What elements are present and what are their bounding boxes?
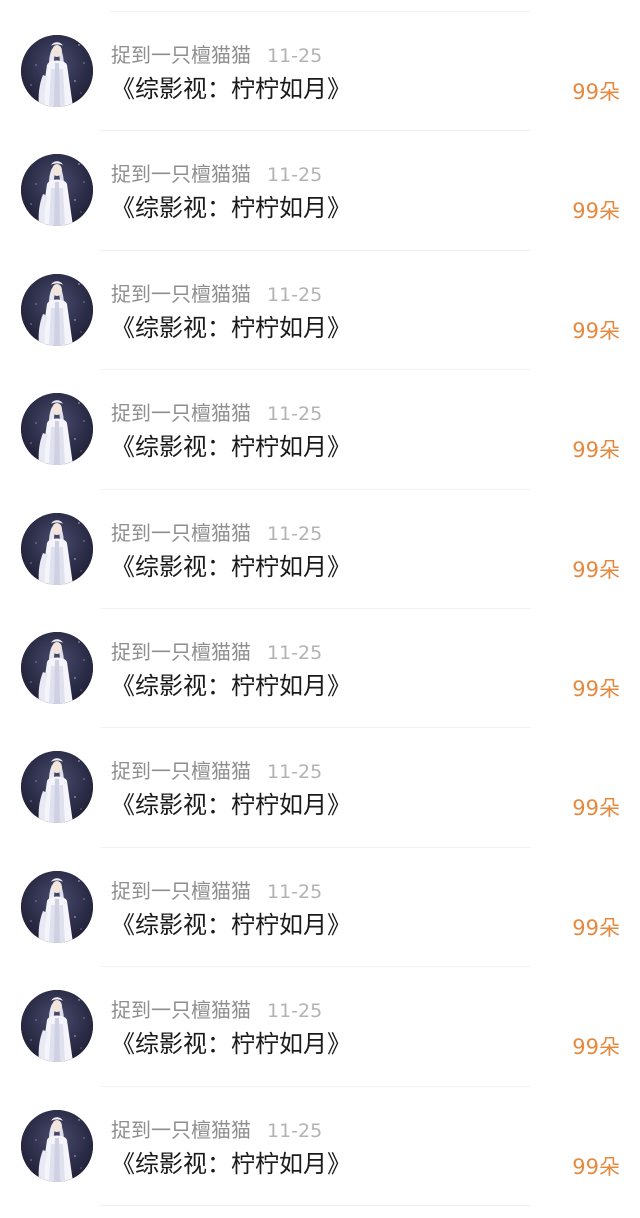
- book-title[interactable]: 《综影视：柠柠如月》: [111, 313, 351, 343]
- avatar[interactable]: [21, 870, 93, 943]
- username[interactable]: 捉到一只檀猫猫: [111, 282, 251, 306]
- avatar[interactable]: [21, 990, 93, 1063]
- gift-count: 99朵: [572, 438, 620, 463]
- list-item[interactable]: 捉到一只檀猫猫 11-25 《综影视：柠柠如月》 99朵: [0, 967, 640, 1087]
- book-title[interactable]: 《综影视：柠柠如月》: [111, 790, 351, 820]
- avatar-icon: [21, 273, 93, 346]
- item-meta: 捉到一只檀猫猫 11-25: [111, 161, 322, 187]
- list-item[interactable]: 捉到一只檀猫猫 11-25 《综影视：柠柠如月》 99朵: [0, 848, 640, 968]
- gift-count: 99朵: [572, 1154, 620, 1179]
- item-meta: 捉到一只檀猫猫 11-25: [111, 878, 322, 904]
- item-meta: 捉到一只檀猫猫 11-25: [111, 997, 322, 1023]
- username[interactable]: 捉到一只檀猫猫: [111, 759, 251, 783]
- avatar-icon: [21, 1109, 93, 1182]
- list-item[interactable]: 捉到一只檀猫猫 11-25 《综影视：柠柠如月》 99朵: [0, 12, 640, 132]
- username[interactable]: 捉到一只檀猫猫: [111, 401, 251, 425]
- timestamp: 11-25: [267, 283, 323, 306]
- gift-count: 99朵: [572, 318, 620, 343]
- list-item[interactable]: 捉到一只檀猫猫 11-25 《综影视：柠柠如月》 99朵: [0, 131, 640, 251]
- avatar-icon: [21, 870, 93, 943]
- timestamp: 11-25: [267, 45, 323, 67]
- username[interactable]: 捉到一只檀猫猫: [111, 879, 251, 903]
- list-item[interactable]: 捉到一只檀猫猫 11-25 《综影视：柠柠如月》 99朵: [0, 728, 640, 848]
- book-title[interactable]: 《综影视：柠柠如月》: [111, 432, 351, 462]
- avatar[interactable]: [21, 1109, 93, 1182]
- item-meta: 捉到一只檀猫猫 11-25: [111, 42, 322, 68]
- item-meta: 捉到一只檀猫猫 11-25: [111, 400, 322, 426]
- gift-count: 99朵: [572, 80, 620, 104]
- list-item[interactable]: 捉到一只檀猫猫 11-25 《综影视：柠柠如月》 99朵: [0, 370, 640, 490]
- timestamp: 11-25: [267, 1119, 323, 1142]
- username[interactable]: 捉到一只檀猫猫: [111, 1118, 251, 1142]
- timestamp: 11-25: [267, 641, 323, 664]
- list-item[interactable]: 捉到一只檀猫猫 11-25 《综影视：柠柠如月》 99朵: [0, 490, 640, 609]
- avatar[interactable]: [21, 512, 93, 585]
- avatar[interactable]: [21, 631, 93, 704]
- row-divider: [100, 1204, 530, 1206]
- avatar-icon: [21, 154, 93, 227]
- item-meta: 捉到一只檀猫猫 11-25: [111, 758, 322, 784]
- timestamp: 11-25: [267, 164, 323, 187]
- gift-count: 99朵: [572, 557, 620, 582]
- avatar-icon: [21, 35, 93, 107]
- avatar-icon: [21, 631, 93, 704]
- gift-count: 99朵: [572, 199, 620, 224]
- avatar[interactable]: [21, 154, 93, 227]
- avatar[interactable]: [21, 35, 93, 107]
- gift-list: 捉到一只檀猫猫 11-25 《综影视：柠柠如月》 99朵 捉到一只檀猫猫 11-25…: [0, 12, 640, 1206]
- username[interactable]: 捉到一只檀猫猫: [111, 43, 251, 67]
- book-title[interactable]: 《综影视：柠柠如月》: [111, 552, 351, 582]
- username[interactable]: 捉到一只檀猫猫: [111, 998, 251, 1022]
- avatar-icon: [21, 393, 93, 466]
- timestamp: 11-25: [267, 880, 323, 903]
- avatar-icon: [21, 512, 93, 585]
- gift-count: 99朵: [572, 796, 620, 821]
- gift-count: 99朵: [572, 1035, 620, 1060]
- list-item[interactable]: 捉到一只檀猫猫 11-25 《综影视：柠柠如月》 99朵: [0, 1087, 640, 1206]
- book-title[interactable]: 《综影视：柠柠如月》: [111, 193, 351, 223]
- gift-count: 99朵: [572, 915, 620, 940]
- item-meta: 捉到一只檀猫猫 11-25: [111, 281, 322, 307]
- avatar[interactable]: [21, 393, 93, 466]
- book-title[interactable]: 《综影视：柠柠如月》: [111, 1029, 351, 1059]
- timestamp: 11-25: [267, 761, 323, 784]
- book-title[interactable]: 《综影视：柠柠如月》: [111, 74, 351, 104]
- timestamp: 11-25: [267, 403, 323, 426]
- username[interactable]: 捉到一只檀猫猫: [111, 162, 251, 186]
- timestamp: 11-25: [267, 522, 323, 545]
- username[interactable]: 捉到一只檀猫猫: [111, 521, 251, 545]
- book-title[interactable]: 《综影视：柠柠如月》: [111, 910, 351, 940]
- item-meta: 捉到一只檀猫猫 11-25: [111, 1117, 322, 1143]
- item-meta: 捉到一只檀猫猫 11-25: [111, 639, 322, 665]
- avatar-icon: [21, 990, 93, 1063]
- timestamp: 11-25: [267, 1000, 323, 1023]
- item-meta: 捉到一只檀猫猫 11-25: [111, 520, 322, 546]
- list-item[interactable]: 捉到一只檀猫猫 11-25 《综影视：柠柠如月》 99朵: [0, 609, 640, 729]
- avatar[interactable]: [21, 751, 93, 824]
- avatar-icon: [21, 751, 93, 824]
- list-item[interactable]: 捉到一只檀猫猫 11-25 《综影视：柠柠如月》 99朵: [0, 251, 640, 371]
- gift-count: 99朵: [572, 676, 620, 701]
- book-title[interactable]: 《综影视：柠柠如月》: [111, 671, 351, 701]
- avatar[interactable]: [21, 273, 93, 346]
- username[interactable]: 捉到一只檀猫猫: [111, 640, 251, 664]
- book-title[interactable]: 《综影视：柠柠如月》: [111, 1149, 351, 1179]
